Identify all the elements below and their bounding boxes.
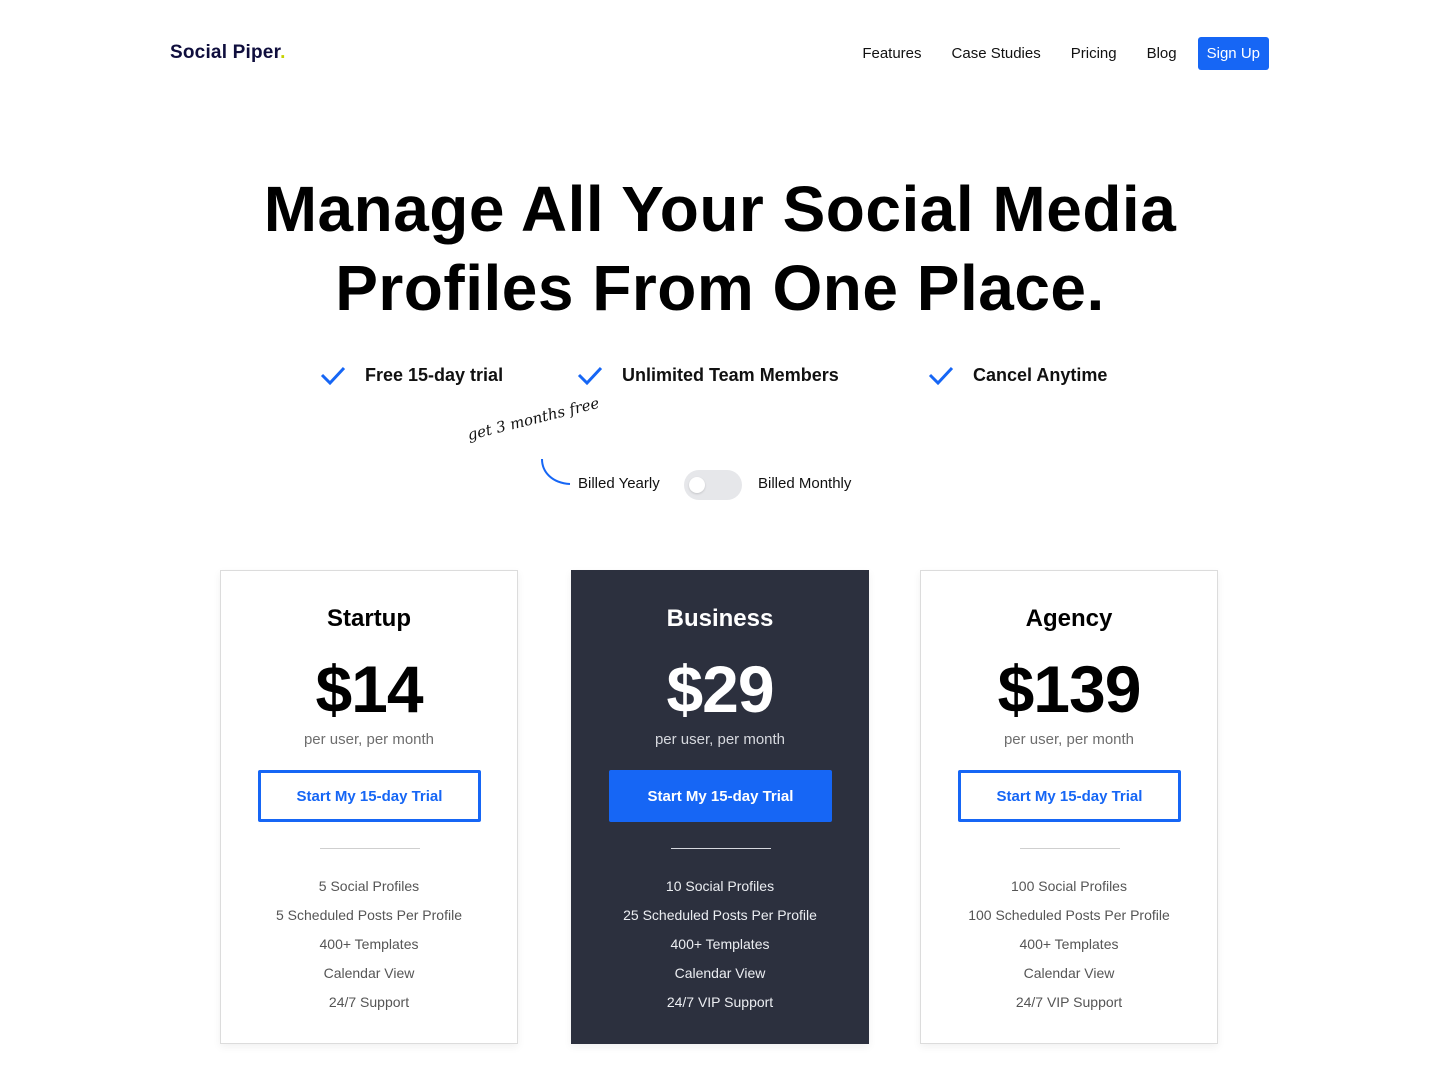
brand-name: Social Piper bbox=[170, 42, 281, 63]
feature-item: 5 Social Profiles bbox=[318, 878, 420, 894]
perk-label: Free 15-day trial bbox=[365, 364, 504, 385]
plan-price-unit: per user, per month bbox=[654, 731, 786, 748]
curved-arrow-icon bbox=[541, 458, 571, 485]
perk-item: Free 15-day trial bbox=[319, 364, 503, 386]
feature-item: 5 Scheduled Posts Per Profile bbox=[276, 907, 462, 923]
plan-name: Business bbox=[666, 605, 774, 632]
feature-item: 24/7 Support bbox=[328, 994, 410, 1010]
plan-card-business: Business $29 per user, per month Start M… bbox=[571, 570, 869, 1044]
billed-monthly-label[interactable]: Billed Monthly bbox=[758, 475, 851, 492]
feature-item: 400+ Templates bbox=[670, 936, 770, 952]
nav-link-features[interactable]: Features bbox=[862, 45, 921, 62]
feature-item: Calendar View bbox=[674, 965, 766, 981]
feature-item: 24/7 VIP Support bbox=[666, 994, 774, 1010]
feature-item: 400+ Templates bbox=[319, 936, 419, 952]
feature-item: 24/7 VIP Support bbox=[1015, 994, 1123, 1010]
nav-link-blog[interactable]: Blog bbox=[1147, 45, 1177, 62]
feature-item: 100 Scheduled Posts Per Profile bbox=[968, 907, 1170, 923]
feature-list: 100 Social Profiles 100 Scheduled Posts … bbox=[921, 872, 1217, 1017]
feature-item: 400+ Templates bbox=[1019, 936, 1119, 952]
plan-price: $139 bbox=[997, 652, 1142, 726]
check-icon bbox=[577, 366, 603, 386]
plan-price-unit: per user, per month bbox=[1003, 731, 1135, 748]
divider bbox=[1020, 848, 1120, 849]
feature-item: 100 Social Profiles bbox=[1011, 878, 1127, 894]
plan-name: Agency bbox=[1025, 605, 1113, 632]
hero-line-1: Manage All Your Social Media bbox=[263, 173, 1177, 245]
perk-label: Unlimited Team Members bbox=[622, 364, 839, 385]
perk-item: Unlimited Team Members bbox=[576, 364, 839, 386]
nav-link-pricing[interactable]: Pricing bbox=[1071, 45, 1117, 62]
feature-item: 10 Social Profiles bbox=[665, 878, 775, 894]
plan-price: $29 bbox=[666, 652, 774, 726]
divider bbox=[320, 848, 420, 849]
plan-card-startup: Startup $14 per user, per month Start My… bbox=[220, 570, 518, 1044]
promo-note: get 3 months free bbox=[465, 393, 602, 444]
main-nav: Features Case Studies Pricing Blog Sign … bbox=[832, 37, 1269, 70]
perk-list: Free 15-day trial Unlimited Team Members… bbox=[0, 364, 1440, 394]
check-icon bbox=[320, 366, 346, 386]
feature-item: 25 Scheduled Posts Per Profile bbox=[623, 907, 817, 923]
sign-up-button[interactable]: Sign Up bbox=[1197, 37, 1269, 70]
plan-price: $14 bbox=[315, 652, 423, 726]
toggle-knob bbox=[689, 477, 705, 493]
nav-link-case-studies[interactable]: Case Studies bbox=[952, 45, 1041, 62]
feature-list: 5 Social Profiles 5 Scheduled Posts Per … bbox=[221, 872, 517, 1017]
check-icon bbox=[928, 366, 954, 386]
start-trial-button[interactable]: Start My 15-day Trial bbox=[958, 770, 1181, 822]
divider bbox=[671, 848, 771, 849]
brand-dot: . bbox=[280, 42, 286, 63]
perk-item: Cancel Anytime bbox=[927, 364, 1107, 386]
hero-line-2: Profiles From One Place. bbox=[335, 252, 1105, 324]
feature-item: Calendar View bbox=[323, 965, 415, 981]
plan-card-agency: Agency $139 per user, per month Start My… bbox=[920, 570, 1218, 1044]
plan-price-unit: per user, per month bbox=[303, 731, 435, 748]
plan-name: Startup bbox=[327, 605, 411, 632]
billing-toggle[interactable] bbox=[684, 470, 742, 500]
feature-item: Calendar View bbox=[1023, 965, 1115, 981]
perk-label: Cancel Anytime bbox=[973, 364, 1108, 385]
feature-list: 10 Social Profiles 25 Scheduled Posts Pe… bbox=[572, 872, 868, 1017]
start-trial-button[interactable]: Start My 15-day Trial bbox=[258, 770, 481, 822]
hero-headline: Manage All Your Social Media Profiles Fr… bbox=[0, 170, 1440, 328]
start-trial-button[interactable]: Start My 15-day Trial bbox=[609, 770, 832, 822]
brand-logo[interactable]: Social Piper. bbox=[170, 42, 286, 64]
billed-yearly-label[interactable]: Billed Yearly bbox=[578, 475, 660, 492]
